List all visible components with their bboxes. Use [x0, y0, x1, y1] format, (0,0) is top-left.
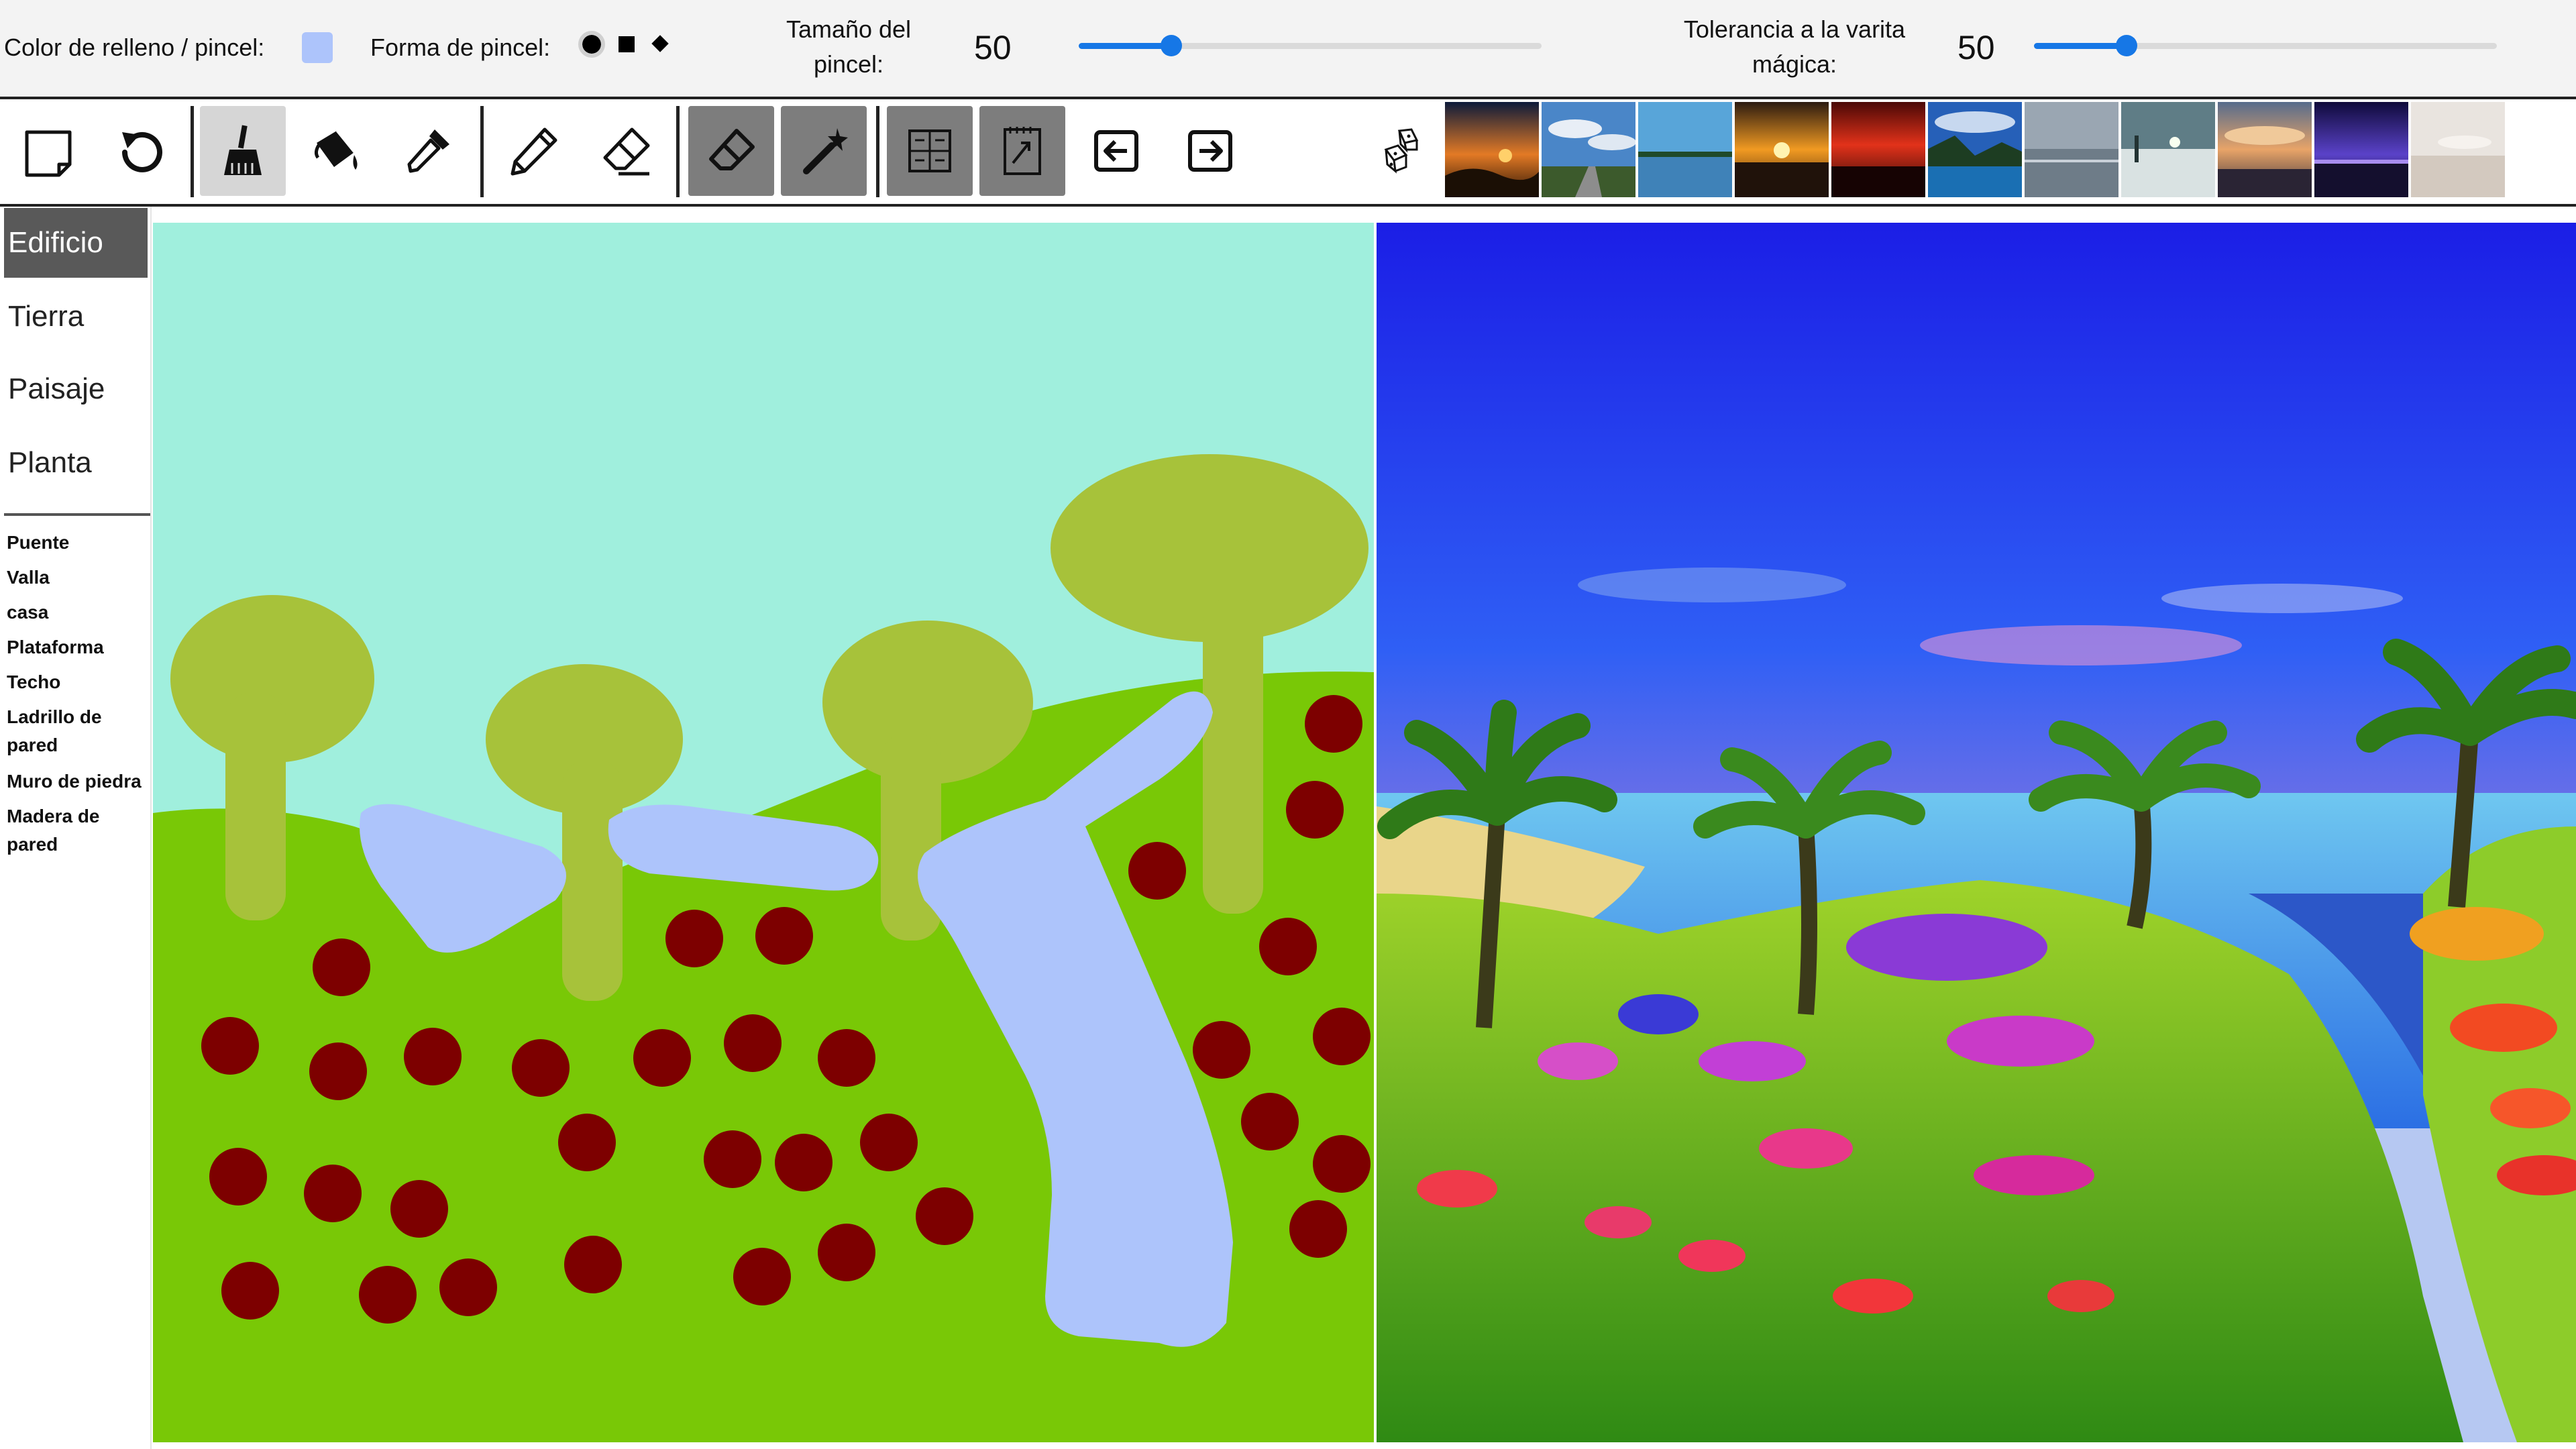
new-canvas-icon [25, 130, 72, 177]
notebook-sparkle-icon [1004, 127, 1041, 175]
sample-thumbnail-5[interactable] [1831, 102, 1925, 197]
toolbar-separator [191, 106, 194, 197]
category-paisaje[interactable]: Paisaje [4, 354, 148, 424]
category-edificio[interactable]: Edificio [4, 208, 148, 278]
magic-wand-tolerance-label: Tolerancia a la varita mágica: [1683, 15, 1906, 78]
material-madera-pared[interactable]: Madera de pared [7, 802, 149, 859]
undo-icon [122, 131, 162, 172]
eraser-icon [603, 127, 650, 176]
brush-shape-square[interactable] [619, 36, 635, 52]
segment-map-icon [908, 129, 951, 172]
paint-bucket-icon [314, 130, 358, 170]
sample-thumbnail-8[interactable] [2121, 102, 2215, 197]
sample-thumbnail-4[interactable] [1735, 102, 1829, 197]
category-planta[interactable]: Planta [4, 428, 148, 498]
magic-wand-tolerance-slider[interactable] [2034, 24, 2497, 67]
sample-thumbnail-10[interactable] [2314, 102, 2408, 197]
material-casa[interactable]: casa [7, 598, 149, 627]
eyedropper-button[interactable] [385, 106, 471, 196]
magic-wand-button[interactable] [781, 106, 867, 196]
toolbar-separator [480, 106, 484, 197]
brush-size-label: Tamaño del pincel: [786, 15, 912, 78]
material-puente[interactable]: Puente [7, 529, 149, 557]
magic-wand-tolerance-slider-thumb[interactable] [2116, 35, 2137, 56]
generated-landscape-image [1377, 223, 2576, 1442]
pencil-icon [511, 127, 557, 176]
material-plataforma[interactable]: Plataforma [7, 633, 149, 661]
broom-brush-icon [224, 125, 262, 175]
brush-size-slider-thumb[interactable] [1161, 35, 1182, 56]
sample-thumbnail-2[interactable] [1542, 102, 1635, 197]
sample-thumbnail-9[interactable] [2218, 102, 2312, 197]
toolbar-separator [876, 106, 879, 197]
toolbar [0, 99, 2576, 207]
category-tierra[interactable]: Tierra [4, 282, 148, 352]
material-valla[interactable]: Valla [7, 564, 149, 592]
eraser-button[interactable] [584, 106, 669, 196]
toolbar-separator [676, 106, 680, 197]
arrow-left-icon [1094, 130, 1138, 172]
segmentation-sketch-canvas[interactable] [153, 223, 1374, 1442]
sample-thumbnail-7[interactable] [2025, 102, 2118, 197]
random-button[interactable] [1354, 106, 1440, 196]
generate-image-button[interactable] [979, 106, 1065, 196]
material-techo[interactable]: Techo [7, 668, 149, 696]
category-divider [4, 513, 150, 516]
next-button[interactable] [1167, 106, 1253, 196]
fill-color-label: Color de relleno / pincel: [4, 34, 265, 61]
sample-thumbnail-3[interactable] [1638, 102, 1732, 197]
material-muro-piedra[interactable]: Muro de piedra [7, 767, 149, 796]
sample-thumbnail-1[interactable] [1445, 102, 1539, 197]
brush-size-slider[interactable] [1079, 24, 1542, 67]
eraser-icon [709, 129, 755, 170]
brush-shape-circle[interactable] [578, 31, 605, 58]
brush-shape-diamond[interactable] [651, 35, 669, 52]
material-ladrillo-pared[interactable]: Ladrillo de pared [7, 703, 149, 759]
erase-fill-button[interactable] [688, 106, 774, 196]
new-canvas-button[interactable] [5, 106, 91, 196]
fill-color-swatch[interactable] [302, 32, 333, 63]
brush-size-value: 50 [974, 29, 1012, 66]
magic-wand-tolerance-value: 50 [1957, 29, 1995, 66]
undo-button[interactable] [98, 106, 184, 196]
arrow-right-icon [1188, 130, 1232, 172]
dice-icon [1384, 128, 1419, 174]
pencil-button[interactable] [491, 106, 577, 196]
sample-thumbnail-6[interactable] [1928, 102, 2022, 197]
segment-map-button[interactable] [887, 106, 973, 196]
previous-button[interactable] [1073, 106, 1159, 196]
options-bar: Color de relleno / pincel: Forma de pinc… [0, 0, 2576, 99]
brush-tool-button[interactable] [200, 106, 286, 196]
paint-bucket-button[interactable] [292, 106, 378, 196]
sample-thumbnail-11[interactable] [2411, 102, 2505, 197]
brush-shape-label: Forma de pincel: [370, 34, 551, 61]
magic-wand-icon [803, 128, 848, 174]
category-panel: Edificio Tierra Paisaje Planta Puente Va… [0, 207, 152, 1449]
eyedropper-icon [407, 129, 449, 173]
